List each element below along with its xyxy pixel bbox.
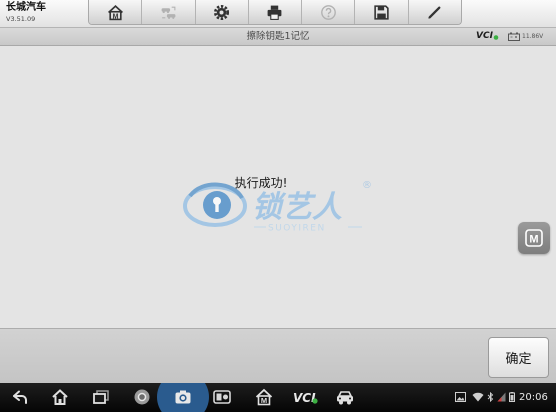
recent-apps-icon[interactable] [92,388,110,406]
nav-m-letter: M [261,396,267,405]
result-message: 执行成功! [234,176,288,190]
home-m-letter: M [112,13,118,20]
help-icon [320,4,336,20]
app-version: V3.51.09 [6,15,36,23]
home-m-icon[interactable]: M [255,388,273,406]
back-icon[interactable] [11,388,29,406]
home-button[interactable]: M [89,0,142,24]
system-nav-bar: M VCI 20:06 [0,383,556,412]
pen-icon [428,6,441,19]
watermark-brand: 锁艺人 [252,190,342,225]
bluetooth-icon [487,392,494,402]
app-title: 长城汽车 [6,2,46,13]
confirm-button[interactable]: 确定 [488,337,549,378]
app-header: 长城汽车 V3.51.09 M [0,0,556,28]
settings-button[interactable] [194,0,248,24]
help-button[interactable] [301,0,355,24]
watermark-latin: SUOYIREN [268,224,326,234]
save-icon [374,4,389,20]
m-menu-icon: M [525,229,543,247]
wifi-icon [472,392,484,402]
nav-vci-label: VCI [293,391,316,405]
edit-button[interactable] [407,0,461,24]
toolbar: M [88,0,462,25]
vci-label: VCI [476,31,493,41]
clock: 20:06 [519,392,548,403]
vci-connected-icon [493,34,499,40]
car-icon[interactable] [335,388,355,406]
home-icon[interactable] [51,388,69,406]
camera-icon[interactable] [174,388,192,406]
vci-icon[interactable]: VCI [292,388,318,406]
printer-icon [268,5,282,20]
home-m-icon: M [107,4,123,20]
sub-header: 擦除钥匙1记忆 VCI 11.86V [0,28,556,46]
screen-tool-icon[interactable] [213,388,231,406]
battery-status-icon [509,392,515,402]
gear-icon [214,4,230,20]
vehicle-swap-icon [161,6,176,19]
vci-status: VCI [476,30,499,43]
voltage-readout: 11.86V [522,33,544,40]
page-title: 擦除钥匙1记忆 [246,31,310,42]
save-button[interactable] [354,0,408,24]
action-bar [0,328,556,383]
image-icon [455,392,466,402]
signal-icon [497,392,506,402]
battery-icon [508,32,520,41]
browser-icon[interactable] [133,388,151,406]
side-m-letter: M [529,234,538,246]
side-menu-button[interactable]: M [518,222,550,254]
print-button[interactable] [247,0,302,24]
watermark-registered: ® [362,180,372,191]
vehicle-swap-button[interactable] [141,0,195,24]
